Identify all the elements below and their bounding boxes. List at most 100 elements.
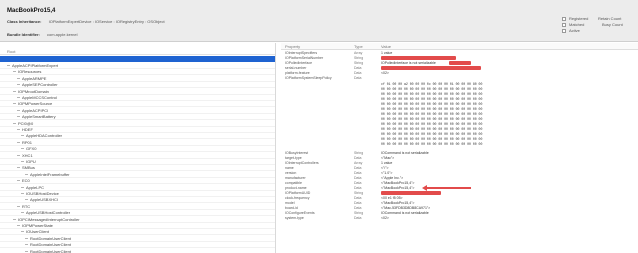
property-value: <"MacBookPro15,4"> xyxy=(381,181,415,185)
tree-item[interactable]: IGPU xyxy=(0,159,275,165)
property-type: Data xyxy=(354,181,362,185)
tree-item-label: AppleSEPController xyxy=(22,82,58,88)
tree-item[interactable]: AppleARMPE xyxy=(0,75,275,82)
property-key: name xyxy=(285,166,294,170)
value-column-header[interactable]: Value xyxy=(381,44,391,49)
tree-item-label: AppleARMPE xyxy=(22,75,47,81)
option-registered[interactable]: Registered xyxy=(562,16,588,21)
property-row[interactable]: system-type Data <02> xyxy=(281,216,638,221)
tree-item[interactable]: IOPMPowerSource xyxy=(0,101,275,108)
tree-item[interactable]: AppleACPIPCI xyxy=(0,108,275,114)
tree-connector-icon xyxy=(25,250,28,252)
tree-connector-icon xyxy=(17,225,20,226)
property-type: Data xyxy=(354,71,362,75)
property-type: Data xyxy=(354,76,362,80)
tree-item[interactable]: RootDomainUserClient xyxy=(0,242,275,249)
type-column-header[interactable]: Type xyxy=(354,44,363,49)
tree-connector-icon xyxy=(25,244,28,246)
tree-item[interactable]: AppleLPC xyxy=(0,185,275,191)
tree-item-label: AppleUSBXHCI xyxy=(30,197,59,203)
checkbox-icon[interactable] xyxy=(562,16,566,21)
tree-connector-icon xyxy=(21,193,24,194)
property-type: Data xyxy=(354,196,362,200)
tree-item[interactable]: IOPMrootDomain xyxy=(0,88,275,95)
tree-item[interactable]: AppleIntelFramebuffer xyxy=(0,172,275,178)
property-type: Data xyxy=(354,216,362,220)
tree-item[interactable]: IOPCIMessagedInterruptController xyxy=(0,217,275,223)
property-type: Data xyxy=(354,176,362,180)
tree-item[interactable]: AppleSEPController xyxy=(0,82,275,89)
tree-item[interactable]: RootDomainUserClient xyxy=(0,236,275,242)
option-active[interactable]: Active xyxy=(562,28,580,33)
tree-item-label: IOUSBHostDevice xyxy=(26,191,59,196)
property-key: model xyxy=(285,201,295,205)
page-title: MacBookPro15,4 xyxy=(7,8,56,14)
tree-item[interactable]: AppleHDAController xyxy=(0,133,275,140)
tree-connector-icon xyxy=(17,97,20,98)
property-key: board-id xyxy=(285,206,298,210)
property-key: IOInterruptControllers xyxy=(285,161,319,165)
tree-item[interactable]: IOResources xyxy=(0,69,275,76)
tree-item[interactable]: XHC1 xyxy=(0,153,275,159)
tree-item[interactable]: AppleSmartBattery xyxy=(0,114,275,121)
tree-item[interactable]: AppleMCCSControl xyxy=(0,95,275,101)
tree-item-label: IOPMrootDomain xyxy=(18,88,49,94)
tree-item[interactable]: PCI0@0 xyxy=(0,121,275,127)
tree-root[interactable]: Root xyxy=(0,48,275,55)
bundle-identifier-value: com.apple.kernel xyxy=(47,32,78,37)
tree-connector-icon xyxy=(13,71,16,73)
tree-item-label: IOPMPowerState xyxy=(22,223,53,228)
tree-item[interactable]: RP01 xyxy=(0,140,275,146)
registry-tree[interactable]: Root AppleACPIPlatformExpert IOResources A… xyxy=(0,43,276,253)
property-value: <"Mac"> xyxy=(381,156,395,160)
tree-item[interactable]: EC0 xyxy=(0,178,275,185)
property-value: 1 value xyxy=(381,161,393,165)
tree-selected-row[interactable] xyxy=(0,56,275,62)
property-row[interactable]: IOPlatformSystemSleepPolicy Data xyxy=(281,76,638,81)
tree-item-label: IOPMPowerSource xyxy=(18,101,53,107)
property-value: <02> xyxy=(381,216,389,220)
tree-item[interactable]: RTC xyxy=(0,204,275,210)
property-type: Data xyxy=(354,66,362,70)
tree-item[interactable]: IOPMPowerState xyxy=(0,223,275,229)
checkbox-icon[interactable] xyxy=(562,22,566,27)
property-value: IOCommand is not serializable xyxy=(381,151,429,155)
property-key: compatible xyxy=(285,181,302,185)
tree-connector-icon xyxy=(17,77,20,79)
property-value: <"1.0"> xyxy=(381,171,393,175)
tree-item[interactable]: IOUserClient xyxy=(0,229,275,236)
tree-item-label: SMBus xyxy=(22,165,35,171)
property-value: <00 e1 f5 05> xyxy=(381,196,403,200)
properties-table: Property Type Value IOInterruptSpecifier… xyxy=(281,43,638,253)
tree-item[interactable]: HDEF xyxy=(0,127,275,133)
checkbox-icon[interactable] xyxy=(562,28,566,33)
property-key: clock-frequency xyxy=(285,196,310,200)
property-type: Data xyxy=(354,201,362,205)
redaction-bar xyxy=(381,56,456,60)
tree-item-label: IOResources xyxy=(18,69,42,75)
tree-connector-icon xyxy=(7,65,10,66)
tree-connector-icon xyxy=(17,180,20,182)
tree-item-label: RootDomainUserClient xyxy=(30,242,71,248)
tree-connector-icon xyxy=(17,129,20,130)
tree-item[interactable]: AppleUSBXHCI xyxy=(0,197,275,204)
tree-item[interactable]: SMBus xyxy=(0,165,275,172)
tree-item[interactable]: IOUSBHostDevice xyxy=(0,191,275,197)
tree-item[interactable]: GFX0 xyxy=(0,146,275,153)
property-type: Array xyxy=(354,51,363,55)
property-key: target-type xyxy=(285,156,302,160)
property-column-header[interactable]: Property xyxy=(285,44,300,49)
property-key: IOPolledInterface xyxy=(285,61,313,65)
property-key: version xyxy=(285,171,297,175)
tree-item[interactable]: RootDomainUserClient xyxy=(0,249,275,253)
tree-item[interactable]: AppleACPIPlatformExpert xyxy=(0,63,275,69)
option-matched[interactable]: Matched xyxy=(562,22,584,27)
property-type: Data xyxy=(354,166,362,170)
tree-item-label: IGPU xyxy=(26,159,36,164)
tree-connector-icon xyxy=(13,103,16,105)
tree-connector-icon xyxy=(21,231,24,233)
tree-item[interactable]: AppleUSBHostController xyxy=(0,210,275,217)
properties-header: Property Type Value xyxy=(281,43,638,50)
tree-item-label: AppleMCCSControl xyxy=(22,95,57,100)
tree-item-label: AppleACPIPlatformExpert xyxy=(12,63,59,68)
